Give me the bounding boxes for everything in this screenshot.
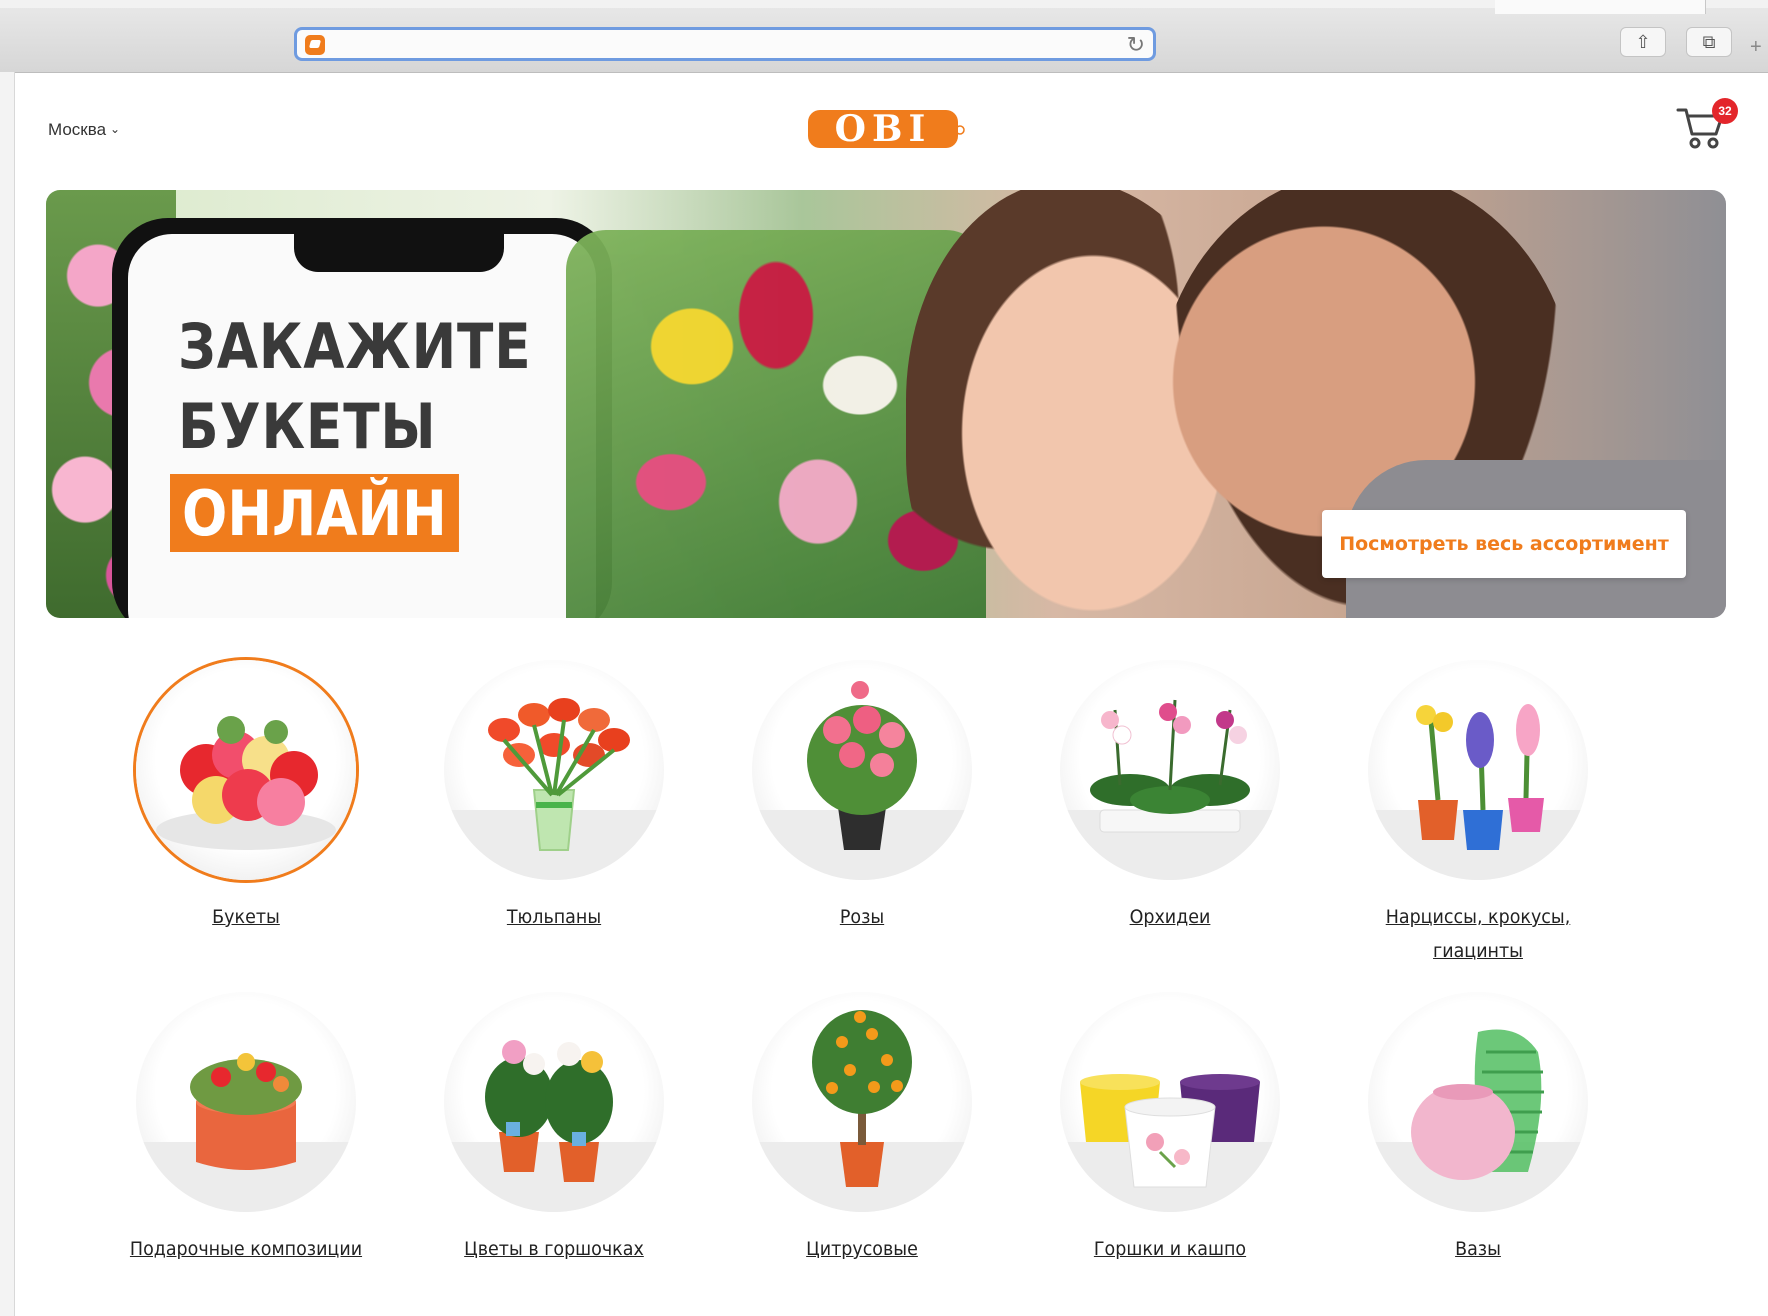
category-label[interactable]: Тюльпаны (416, 900, 692, 934)
tabs-icon: ⧉ (1702, 32, 1716, 52)
narcissus-icon (1368, 704, 1588, 880)
category-image[interactable] (136, 660, 356, 880)
phone-notch (294, 234, 504, 272)
site-favicon-icon (305, 35, 325, 55)
category-image[interactable] (444, 992, 664, 1212)
potted-lily-icon (444, 1040, 664, 1212)
category-pots[interactable]: Горшки и кашпо (1020, 992, 1320, 1266)
category-roses[interactable]: Розы (712, 660, 1012, 934)
flower-pot-icon (1060, 1074, 1280, 1212)
view-assortment-button[interactable]: Посмотреть весь ассортимент (1322, 510, 1686, 578)
browser-toolbar: ↻ ⇧ ⧉ + (0, 0, 1768, 73)
category-orchids[interactable]: Орхидеи (1020, 660, 1320, 934)
category-image[interactable] (752, 660, 972, 880)
tabs-overview-button[interactable]: ⧉ (1686, 27, 1732, 57)
reload-icon[interactable]: ↻ (1127, 32, 1145, 58)
category-image[interactable] (444, 660, 664, 880)
gift-box-icon (136, 1053, 356, 1212)
banner-headline-3: ОНЛАЙН (170, 474, 459, 552)
category-label[interactable]: Вазы (1340, 1232, 1616, 1266)
promo-banner[interactable]: ЗАКАЖИТЕ БУКЕТЫ ОНЛАЙН Посмотреть весь а… (46, 190, 1726, 618)
banner-headline-2: БУКЕТЫ (178, 390, 437, 463)
city-selector[interactable]: Москва ⌄ (48, 120, 120, 140)
new-tab-icon[interactable]: + (1750, 36, 1762, 59)
category-label[interactable]: Подарочные композиции (108, 1232, 384, 1266)
orchid-icon (1060, 699, 1280, 880)
chevron-down-icon: ⌄ (110, 122, 121, 136)
category-vases[interactable]: Вазы (1328, 992, 1628, 1266)
category-label[interactable]: Нарциссы, крокусы, гиацинты (1340, 900, 1616, 968)
category-image[interactable] (752, 992, 972, 1212)
category-label[interactable]: Цитрусовые (724, 1232, 1000, 1266)
category-image[interactable] (1060, 992, 1280, 1212)
citrus-tree-icon (752, 1010, 972, 1212)
banner-headline-1: ЗАКАЖИТЕ (178, 310, 532, 383)
address-bar[interactable]: ↻ (294, 27, 1156, 61)
sidebar-edge (0, 72, 15, 1316)
category-label[interactable]: Букеты (108, 900, 384, 934)
category-image[interactable] (1368, 992, 1588, 1212)
share-icon: ⇧ (1635, 32, 1651, 52)
logo-text: OBI (835, 108, 932, 150)
category-tulips[interactable]: Тюльпаны (404, 660, 704, 934)
category-image[interactable] (1368, 660, 1588, 880)
category-potted-flowers[interactable]: Цветы в горшочках (404, 992, 704, 1266)
category-image[interactable] (1060, 660, 1280, 880)
obi-logo[interactable]: OBI (806, 104, 966, 152)
category-label[interactable]: Цветы в горшочках (416, 1232, 692, 1266)
city-name: Москва (48, 120, 107, 139)
category-bouquets[interactable]: Букеты (96, 660, 396, 934)
rose-icon (752, 681, 972, 880)
category-gift-compositions[interactable]: Подарочные композиции (96, 992, 396, 1266)
category-narcissus[interactable]: Нарциссы, крокусы, гиацинты (1328, 660, 1628, 968)
category-image[interactable] (136, 992, 356, 1212)
vase-icon (1368, 1029, 1588, 1212)
share-button[interactable]: ⇧ (1620, 27, 1666, 57)
tulips-icon (444, 698, 664, 880)
tab[interactable] (1495, 0, 1706, 14)
category-citrus[interactable]: Цитрусовые (712, 992, 1012, 1266)
bouquet-icon (156, 716, 336, 850)
category-label[interactable]: Орхидеи (1032, 900, 1308, 934)
cart-count-badge: 32 (1712, 98, 1738, 124)
category-label[interactable]: Розы (724, 900, 1000, 934)
category-label[interactable]: Горшки и кашпо (1032, 1232, 1308, 1266)
